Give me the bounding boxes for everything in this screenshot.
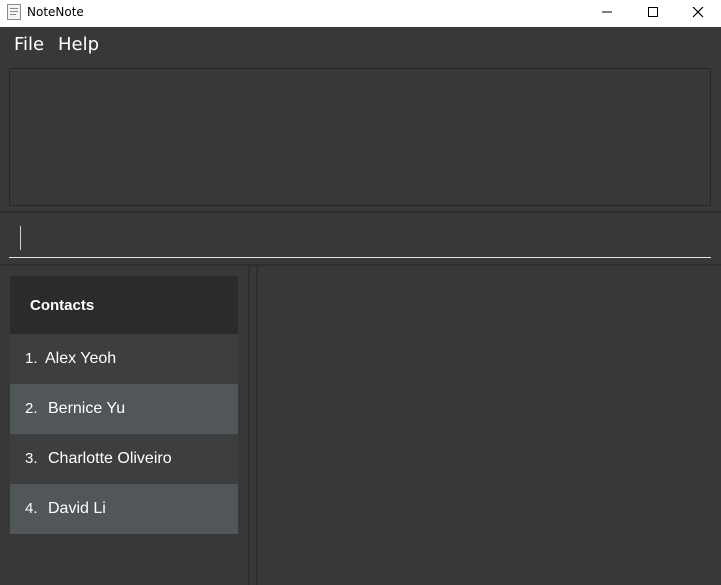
maximize-button[interactable]	[630, 0, 676, 27]
list-item-index: 4.	[25, 500, 38, 517]
list-item[interactable]: 3. Charlotte Oliveiro	[10, 434, 238, 484]
list-item[interactable]: 2. Bernice Yu	[10, 384, 238, 434]
result-display[interactable]	[9, 68, 711, 206]
list-item-name: Bernice Yu	[48, 400, 126, 417]
contact-list-header: Contacts	[10, 276, 238, 334]
list-item-index: 2.	[25, 400, 38, 417]
divider[interactable]	[0, 211, 721, 213]
menu-help[interactable]: Help	[58, 35, 99, 55]
maximize-icon	[648, 7, 658, 17]
list-item[interactable]: 4. David Li	[10, 484, 238, 534]
list-item-name: David Li	[48, 500, 106, 517]
list-item-index: 1.	[25, 350, 38, 367]
list-item-name: Charlotte Oliveiro	[48, 450, 172, 467]
menu-bar: File Help	[0, 27, 721, 62]
list-item[interactable]: 1. Alex Yeoh	[10, 334, 238, 384]
menu-file[interactable]: File	[14, 35, 44, 55]
detail-pane	[258, 266, 721, 585]
list-item-name: Alex Yeoh	[45, 350, 117, 367]
minimize-button[interactable]	[584, 0, 630, 27]
contact-list-title: Contacts	[30, 297, 95, 314]
notebook-app-icon	[7, 4, 21, 20]
title-bar[interactable]: NoteNote	[0, 0, 721, 27]
command-input[interactable]	[9, 222, 711, 258]
text-caret	[20, 226, 21, 250]
minimize-icon	[602, 11, 612, 13]
close-icon	[692, 7, 704, 18]
close-button[interactable]	[675, 0, 721, 27]
split-pane-divider[interactable]	[248, 266, 250, 585]
list-item-index: 3.	[25, 450, 38, 467]
window-title: NoteNote	[27, 5, 84, 19]
contact-list-panel: Contacts 1. Alex Yeoh 2. Bernice Yu 3. C…	[10, 276, 238, 536]
